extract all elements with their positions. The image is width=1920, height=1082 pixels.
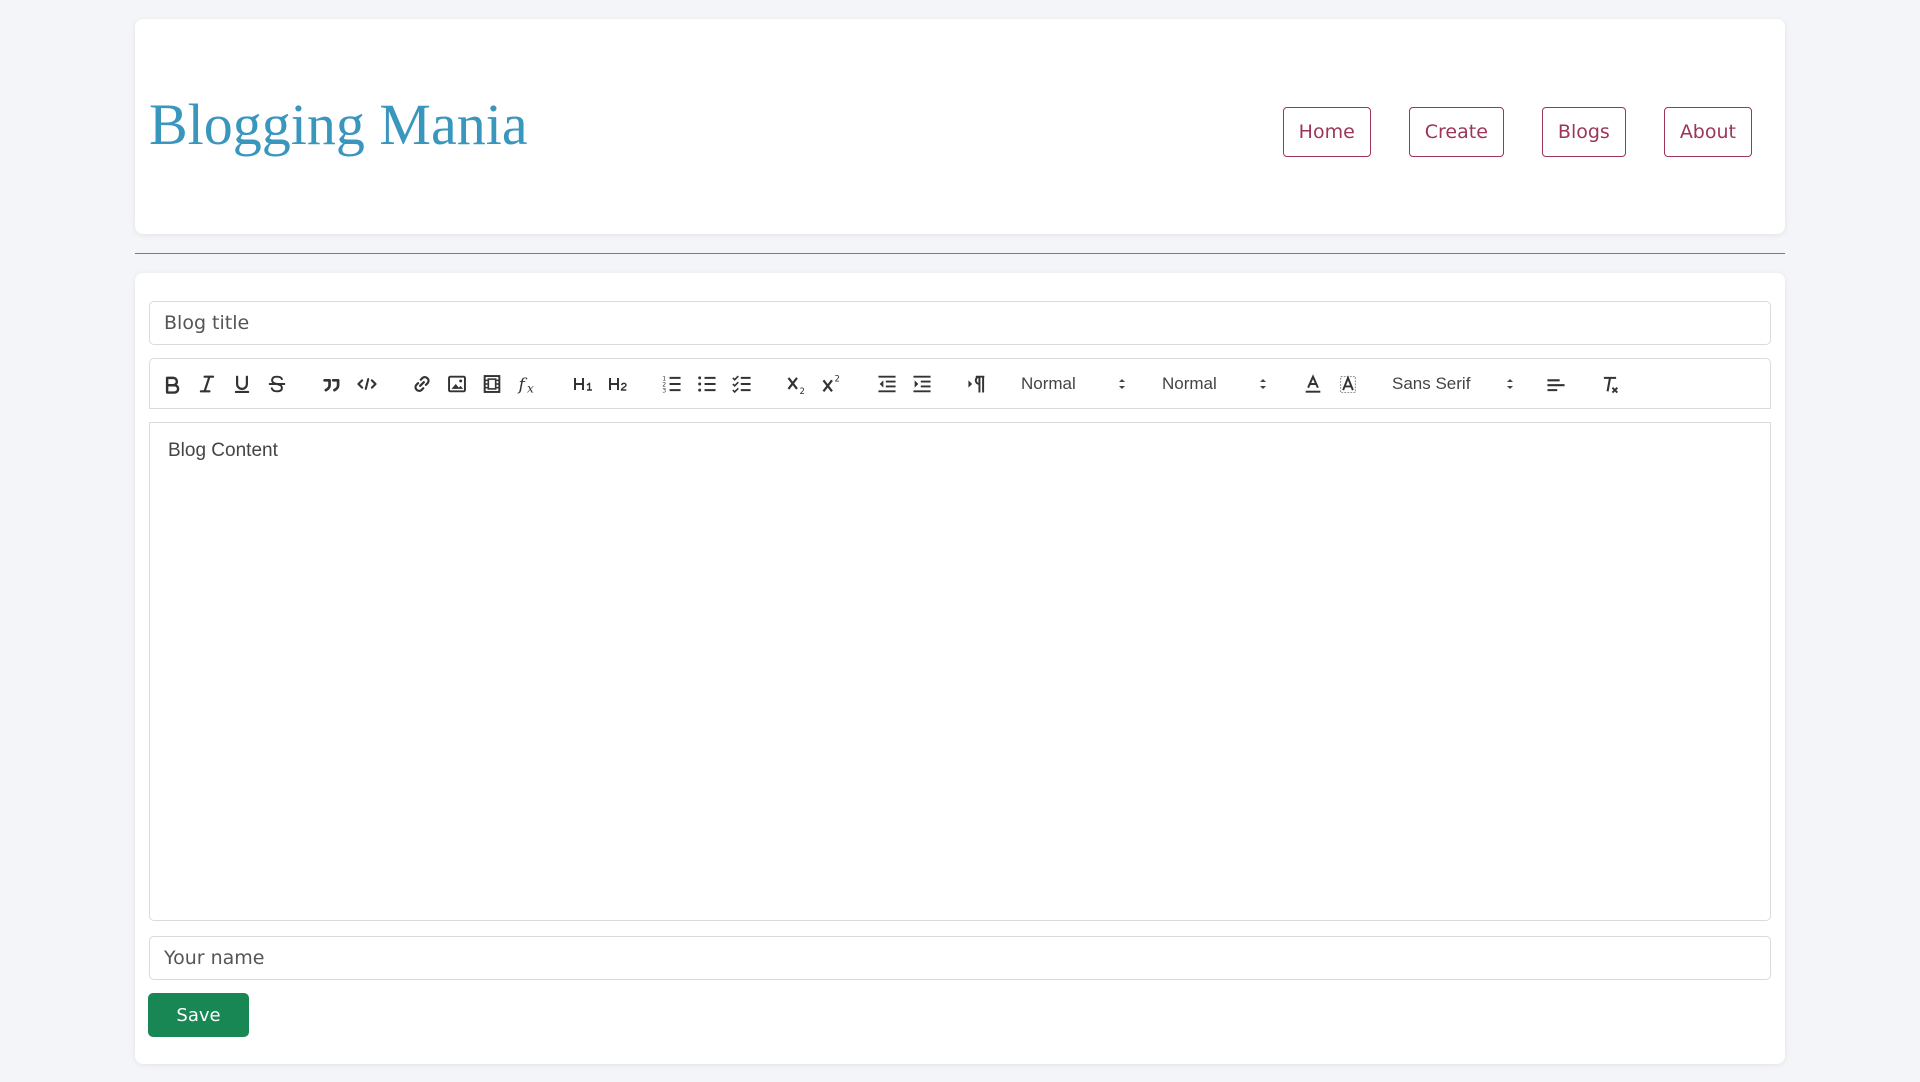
nav-blogs-button[interactable]: Blogs xyxy=(1541,107,1626,157)
code-block-icon[interactable] xyxy=(355,372,379,396)
blog-content-placeholder: Blog Content xyxy=(168,440,278,461)
svg-text:2: 2 xyxy=(834,375,839,385)
heading-2-icon[interactable] xyxy=(605,372,633,396)
svg-text:3: 3 xyxy=(662,388,666,395)
save-button[interactable]: Save xyxy=(148,993,249,1037)
font-family-label: Sans Serif xyxy=(1392,374,1471,393)
ordered-list-icon[interactable]: 123 xyxy=(660,372,684,396)
nav-create-button[interactable]: Create xyxy=(1408,107,1504,157)
blog-title-input[interactable] xyxy=(149,301,1771,345)
blog-content-editor[interactable]: Blog Content xyxy=(149,422,1771,921)
strikethrough-icon[interactable] xyxy=(265,372,289,396)
nav-about-button[interactable]: About xyxy=(1663,107,1752,157)
picker-arrows-icon xyxy=(1507,379,1513,389)
font-size-label: Normal xyxy=(1162,374,1217,393)
site-header: Blogging Mania Home Create Blogs About xyxy=(135,19,1785,234)
align-icon[interactable] xyxy=(1544,372,1568,396)
image-icon[interactable] xyxy=(445,372,469,396)
picker-arrows-icon xyxy=(1260,379,1266,389)
create-blog-form: fx 123 2 2 xyxy=(135,273,1785,1064)
main-nav: Home Create Blogs About xyxy=(1282,107,1752,157)
bullet-list-icon[interactable] xyxy=(695,372,719,396)
indent-icon[interactable] xyxy=(910,372,934,396)
header-size-picker[interactable]: Normal xyxy=(1021,372,1127,396)
svg-text:x: x xyxy=(527,382,534,395)
header-divider xyxy=(135,253,1785,254)
header-size-label: Normal xyxy=(1021,374,1076,393)
subscript-icon[interactable]: 2 xyxy=(785,372,809,396)
site-brand[interactable]: Blogging Mania xyxy=(149,96,528,154)
checklist-icon[interactable] xyxy=(730,372,754,396)
heading-1-icon[interactable] xyxy=(570,372,598,396)
picker-arrows-icon xyxy=(1119,379,1125,389)
font-family-picker[interactable]: Sans Serif xyxy=(1392,372,1515,396)
formula-icon[interactable]: fx xyxy=(515,372,539,396)
link-icon[interactable] xyxy=(410,372,434,396)
background-color-icon[interactable] xyxy=(1336,372,1360,396)
nav-home-button[interactable]: Home xyxy=(1282,107,1371,157)
editor-toolbar: fx 123 2 2 Normal Normal Sans Serif xyxy=(149,358,1771,409)
text-direction-icon[interactable] xyxy=(965,372,989,396)
blockquote-icon[interactable] xyxy=(320,372,344,396)
svg-text:2: 2 xyxy=(799,387,804,395)
svg-text:f: f xyxy=(516,375,527,395)
italic-icon[interactable] xyxy=(195,372,219,396)
font-size-picker[interactable]: Normal xyxy=(1162,372,1268,396)
superscript-icon[interactable]: 2 xyxy=(820,372,844,396)
outdent-icon[interactable] xyxy=(875,372,899,396)
underline-icon[interactable] xyxy=(230,372,254,396)
font-color-icon[interactable] xyxy=(1301,372,1325,396)
bold-icon[interactable] xyxy=(160,372,184,396)
clear-formatting-icon[interactable] xyxy=(1598,372,1622,396)
author-name-input[interactable] xyxy=(149,936,1771,980)
video-icon[interactable] xyxy=(480,372,504,396)
